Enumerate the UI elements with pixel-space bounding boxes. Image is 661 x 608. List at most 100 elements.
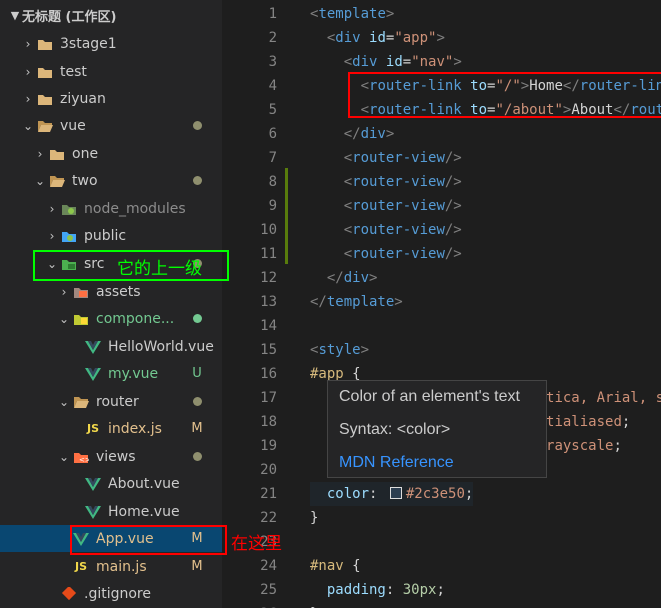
line-number: 25 (260, 582, 277, 598)
git-status-dot (193, 452, 202, 461)
line-number: 2 (268, 30, 277, 46)
hover-syntax: Syntax: <color> (339, 421, 451, 438)
tree-item[interactable]: › assets (0, 278, 222, 305)
code-line: </div> (343, 126, 395, 142)
app-vue-highlight-box (70, 525, 227, 555)
git-icon (60, 586, 78, 602)
code-line: <router-view/> (343, 174, 462, 190)
tree-item-label: .gitignore (84, 585, 151, 602)
git-status-dot (193, 121, 202, 130)
line-number: 17 (260, 390, 277, 406)
line-number: 18 (260, 414, 277, 430)
tree-item-label: Home.vue (108, 503, 180, 520)
line-number: 16 (260, 366, 277, 382)
js-icon: JS (86, 422, 99, 435)
tree-item-label: views (96, 448, 136, 465)
tree-item[interactable]: ⌄ vue (0, 112, 222, 139)
vue-icon (84, 366, 102, 382)
tree-item[interactable]: › public (0, 222, 222, 249)
chevron-down-icon[interactable]: ⌄ (32, 174, 48, 188)
tree-item[interactable]: About.vue (0, 470, 222, 497)
line-number: 13 (260, 294, 277, 310)
chevron-right-icon[interactable]: › (20, 65, 36, 79)
chevron-right-icon[interactable]: › (44, 229, 60, 243)
git-status-dot (193, 176, 202, 185)
tree-item[interactable]: › test (0, 58, 222, 85)
code-line: } (310, 602, 318, 608)
tree-item[interactable]: ⌄ router (0, 388, 222, 415)
git-status-dot (193, 314, 202, 323)
chevron-right-icon[interactable]: › (20, 92, 36, 106)
tree-item[interactable]: ⌄ compone... (0, 305, 222, 332)
tree-item[interactable]: .gitignore (0, 580, 222, 607)
tree-item-label: compone... (96, 310, 175, 327)
css-hover-tooltip: Color of an element's text Syntax: <colo… (327, 380, 547, 478)
chevron-right-icon[interactable]: › (20, 37, 36, 51)
tree-item-label: HelloWorld.vue (108, 338, 214, 355)
line-number: 9 (268, 198, 277, 214)
workspace-header[interactable]: ▼ 无标题 (工作区) (0, 0, 222, 30)
chevron-right-icon[interactable]: › (44, 202, 60, 216)
tree-item[interactable]: ⌄ two (0, 167, 222, 194)
vue-icon (84, 339, 102, 355)
line-number: 20 (260, 462, 277, 478)
tree-item[interactable]: JS main.js M (0, 553, 222, 580)
tree-item[interactable]: my.vue U (0, 360, 222, 387)
tree-item[interactable]: › node_modules (0, 195, 222, 222)
folder-icon (48, 146, 66, 162)
folder-open-icon (36, 118, 54, 134)
tree-item-label: router (96, 393, 139, 410)
line-number: 4 (268, 78, 277, 94)
tree-item[interactable]: JS index.js M (0, 415, 222, 442)
svg-text:<>: <> (79, 456, 89, 464)
tree-item[interactable]: ⌄ <> views (0, 443, 222, 470)
code-line: <div id="nav"> (343, 54, 462, 70)
chevron-right-icon[interactable]: › (56, 285, 72, 299)
line-number: 6 (268, 126, 277, 142)
line-number: 22 (260, 510, 277, 526)
git-status-badge: M (191, 559, 203, 574)
folder-open-icon (72, 394, 90, 410)
code-line: <div id="app"> (326, 30, 445, 46)
tree-item[interactable]: › one (0, 140, 222, 167)
explorer-sidebar: ▼ 无标题 (工作区) › 3stage1 › test › ziyuan ⌄ vue › one… (0, 0, 222, 608)
tree-item-label: node_modules (84, 200, 186, 217)
tree-item-label: ziyuan (60, 90, 106, 107)
line-number: 10 (260, 222, 277, 238)
code-line: <router-view/> (343, 222, 462, 238)
code-line: </template> (310, 294, 403, 310)
vue-icon (84, 476, 102, 492)
chevron-down-icon[interactable]: ⌄ (56, 450, 72, 464)
color-swatch-icon[interactable] (389, 487, 402, 499)
tree-item[interactable]: › ziyuan (0, 85, 222, 112)
components-folder-icon (72, 311, 90, 327)
line-number: 12 (260, 270, 277, 286)
tree-item-label: test (60, 63, 87, 80)
chevron-down-icon[interactable]: ⌄ (56, 395, 72, 409)
code-line: <router-view/> (343, 150, 462, 166)
tree-item-label: public (84, 227, 127, 244)
line-number: 24 (260, 558, 277, 574)
line-number: 5 (268, 102, 277, 118)
hover-title: Color of an element's text (339, 388, 520, 405)
tree-item-label: assets (96, 283, 141, 300)
router-link-highlight-box (348, 72, 661, 118)
git-change-marker (285, 168, 288, 264)
mdn-reference-link[interactable]: MDN Reference (339, 454, 454, 472)
app-annotation: 在这里 (231, 534, 282, 554)
chevron-down-icon[interactable]: ⌄ (20, 119, 36, 133)
folder-icon (36, 64, 54, 80)
workspace-title: 无标题 (工作区) (22, 9, 117, 25)
tree-item[interactable]: HelloWorld.vue (0, 333, 222, 360)
tree-item[interactable]: Home.vue (0, 498, 222, 525)
views-folder-icon: <> (72, 449, 90, 465)
tree-item-label: 3stage1 (60, 35, 117, 52)
line-number: 15 (260, 342, 277, 358)
line-number: 26 (222, 602, 277, 608)
code-line: color: #2c3e50; (310, 482, 474, 506)
tree-item[interactable]: › 3stage1 (0, 30, 222, 57)
src-annotation: 它的上一级 (117, 259, 202, 279)
chevron-down-icon[interactable]: ⌄ (56, 312, 72, 326)
chevron-right-icon[interactable]: › (32, 147, 48, 161)
tree-item-label: About.vue (108, 475, 180, 492)
